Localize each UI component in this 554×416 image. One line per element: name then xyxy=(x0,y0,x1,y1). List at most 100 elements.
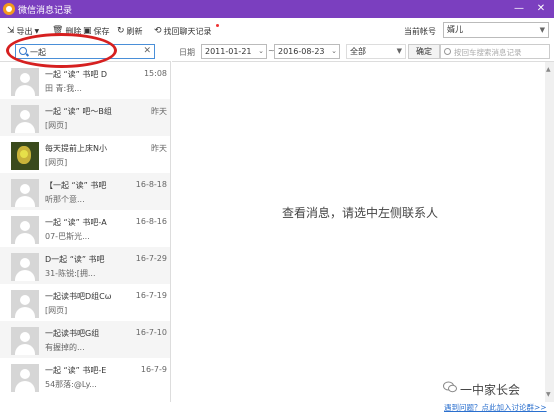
chevron-down-icon: ▼ xyxy=(34,27,40,35)
contact-item[interactable]: 一起 “读” 书吧 D 田 青:我... 15:08 xyxy=(0,62,170,99)
search-value: 一起 xyxy=(30,48,46,57)
search-icon xyxy=(19,47,27,55)
contact-name: 一起 “读” 书吧 D xyxy=(45,70,108,79)
end-date-value: 2016-08-23 xyxy=(278,47,325,56)
contact-name: 一起读书吧D组Cω xyxy=(45,292,112,301)
notification-dot xyxy=(216,24,219,27)
account-value: 婿儿 xyxy=(447,25,463,34)
delete-label: 删除 xyxy=(65,26,82,36)
help-link[interactable]: 遇到问题？点此加入讨论群>> xyxy=(444,402,547,413)
contact-name: 一起 “读” 吧～B组 xyxy=(45,107,112,116)
avatar xyxy=(11,216,39,244)
avatar xyxy=(11,179,39,207)
contact-time: 16-7-10 xyxy=(135,328,167,337)
contact-list: 一起 “读” 书吧 D 田 青:我... 15:08 一起 “读” 吧～B组 [… xyxy=(0,62,171,402)
recover-icon: ⟲ xyxy=(154,26,162,36)
search-icon xyxy=(444,48,451,55)
contact-preview: [网页] xyxy=(45,158,68,167)
contact-preview: 31-陈锐:[拥... xyxy=(45,269,96,278)
minimize-button[interactable]: — xyxy=(510,1,528,17)
watermark-text: 一中家长会 xyxy=(460,383,521,397)
scrollbar[interactable]: ▲ ▼ xyxy=(545,62,554,402)
contact-search-input[interactable]: 一起 ✕ xyxy=(15,44,155,59)
contact-time: 16-7-29 xyxy=(135,254,167,263)
empty-hint: 查看消息，请选中左侧联系人 xyxy=(282,206,439,220)
wechat-icon xyxy=(443,381,457,393)
recover-chat-button[interactable]: ⟲ 找回聊天记录 xyxy=(154,25,212,37)
contact-item[interactable]: 一起读书吧D组Cω [网页] 16-7-19 xyxy=(0,284,170,321)
contact-item[interactable]: 一起 “读” 书吧-E 54那落:@Ly... 16-7-9 xyxy=(0,358,170,395)
close-button[interactable]: ✕ xyxy=(532,1,550,17)
chevron-down-icon: ▼ xyxy=(539,26,545,34)
contact-time: 16-7-19 xyxy=(135,291,167,300)
recover-label: 找回聊天记录 xyxy=(163,26,212,36)
confirm-button[interactable]: 确定 xyxy=(408,44,440,59)
message-type-value: 全部 xyxy=(350,47,366,56)
contact-time: 16-8-18 xyxy=(135,180,167,189)
save-label: 保存 xyxy=(93,26,110,36)
contact-preview: [网页] xyxy=(45,121,68,130)
date-label: 日期 xyxy=(179,48,195,57)
account-label: 当前帐号 xyxy=(404,27,436,36)
contact-name: 每天提前上床N小 xyxy=(45,144,107,153)
export-icon: ⇲ xyxy=(7,26,15,36)
start-date-value: 2011-01-21 xyxy=(205,47,252,56)
contact-time: 15:08 xyxy=(143,69,167,78)
contact-time: 16-7-9 xyxy=(140,365,167,374)
title-bar: 微信消息记录 — ✕ xyxy=(0,0,554,18)
contact-name: D一起 “读” 书吧 xyxy=(45,255,105,264)
contact-preview: 听那个意... xyxy=(45,195,85,204)
avatar xyxy=(11,142,39,170)
chevron-down-icon: ▼ xyxy=(396,47,402,55)
contact-preview: 有握掉的... xyxy=(45,343,85,352)
contact-item[interactable]: 一起 “读” 吧～B组 [网页] 昨天 xyxy=(0,99,170,136)
avatar xyxy=(11,364,39,392)
app-logo-icon xyxy=(3,3,15,15)
clear-search-icon[interactable]: ✕ xyxy=(143,46,151,56)
message-search-placeholder: 按回车搜索消息记录 xyxy=(454,48,522,57)
chevron-down-icon: ⌄ xyxy=(258,47,264,55)
avatar xyxy=(11,105,39,133)
delete-button[interactable]: 🗑 删除 xyxy=(52,25,81,37)
avatar xyxy=(11,327,39,355)
contact-preview: 田 青:我... xyxy=(45,84,82,93)
avatar xyxy=(11,253,39,281)
refresh-icon: ↻ xyxy=(117,26,125,36)
refresh-label: 刷新 xyxy=(126,26,143,36)
start-date-picker[interactable]: 2011-01-21 ⌄ xyxy=(201,44,267,59)
contact-name: 一起 “读” 书吧-A xyxy=(45,218,107,227)
contact-item[interactable]: 每天提前上床N小 [网页] 昨天 xyxy=(0,136,170,173)
message-type-select[interactable]: 全部 ▼ xyxy=(346,44,406,59)
contact-time: 16-8-16 xyxy=(135,217,167,226)
contact-time: 昨天 xyxy=(151,144,167,153)
account-select[interactable]: 婿儿 ▼ xyxy=(443,22,549,38)
contact-time: 昨天 xyxy=(151,107,167,116)
end-date-picker[interactable]: 2016-08-23 ⌄ xyxy=(274,44,340,59)
scroll-up-icon[interactable]: ▲ xyxy=(546,66,551,73)
contact-preview: 07-巴斯光... xyxy=(45,232,90,241)
contact-name: 【一起 “读” 书吧 xyxy=(45,181,107,190)
refresh-button[interactable]: ↻ 刷新 xyxy=(117,25,143,37)
contact-name: 一起 “读” 书吧-E xyxy=(45,366,107,375)
chevron-down-icon: ⌄ xyxy=(331,47,337,55)
scroll-down-icon[interactable]: ▼ xyxy=(546,391,551,398)
export-button[interactable]: ⇲ 导出 ▼ xyxy=(7,25,39,37)
contact-name: 一起读书吧G组 xyxy=(45,329,100,338)
save-button[interactable]: ▣ 保存 xyxy=(83,25,110,37)
contact-preview: 54那落:@Ly... xyxy=(45,380,97,389)
contact-item[interactable]: 【一起 “读” 书吧 听那个意... 16-8-18 xyxy=(0,173,170,210)
avatar xyxy=(11,290,39,318)
filter-bar: 日期 2011-01-21 ⌄ ~ 2016-08-23 ⌄ 全部 ▼ 确定 按… xyxy=(172,41,554,62)
contact-item[interactable]: 一起读书吧G组 有握掉的... 16-7-10 xyxy=(0,321,170,358)
trash-icon: 🗑 xyxy=(52,26,64,36)
window-title: 微信消息记录 xyxy=(18,6,73,16)
avatar xyxy=(11,68,39,96)
contact-search-bar: 一起 ✕ xyxy=(0,41,171,62)
message-search-input[interactable]: 按回车搜索消息记录 xyxy=(440,44,550,59)
message-viewer: 查看消息，请选中左侧联系人 ▲ ▼ xyxy=(172,62,554,402)
contact-item[interactable]: D一起 “读” 书吧 31-陈锐:[拥... 16-7-29 xyxy=(0,247,170,284)
save-icon: ▣ xyxy=(83,26,92,36)
export-label: 导出 xyxy=(16,26,33,36)
contact-item[interactable]: 一起 “读” 书吧-A 07-巴斯光... 16-8-16 xyxy=(0,210,170,247)
contact-preview: [网页] xyxy=(45,306,68,315)
